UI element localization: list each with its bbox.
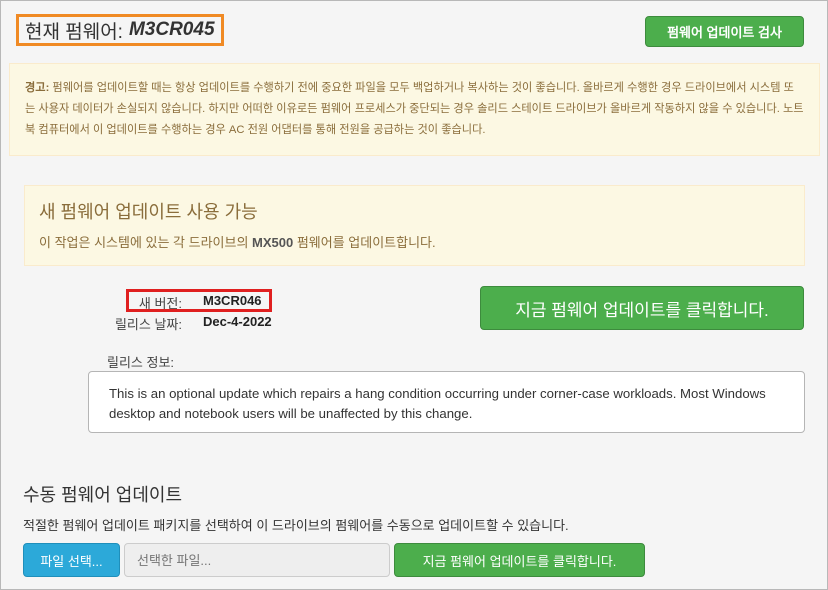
manual-update-title: 수동 펌웨어 업데이트 xyxy=(23,485,183,505)
drive-model: MX500 xyxy=(252,235,294,250)
warning-text: 펌웨어를 업데이트할 때는 항상 업데이트를 수행하기 전에 중요한 파일을 모… xyxy=(25,82,804,136)
current-firmware: 현재 펌웨어: M3CR045 xyxy=(16,14,224,46)
manual-update-desc: 적절한 펌웨어 업데이트 패키지를 선택하여 이 드라이브의 펌웨어를 수동으로… xyxy=(23,518,569,533)
check-update-button[interactable]: 펌웨어 업데이트 검사 xyxy=(645,16,804,47)
update-available-desc: 이 작업은 시스템에 있는 각 드라이브의 MX500 펌웨어를 업데이트합니다… xyxy=(39,232,436,251)
release-date-label: 릴리스 날짜: xyxy=(114,317,182,332)
release-info-label: 릴리스 정보: xyxy=(107,355,175,370)
choose-file-button[interactable]: 파일 선택... xyxy=(23,543,120,577)
warning-alert: 경고: 펌웨어를 업데이트할 때는 항상 업데이트를 수행하기 전에 중요한 파… xyxy=(9,63,820,156)
desc-after: 펌웨어를 업데이트합니다. xyxy=(293,235,436,250)
release-notes: This is an optional update which repairs… xyxy=(88,371,805,433)
desc-before: 이 작업은 시스템에 있는 각 드라이브의 xyxy=(39,235,253,250)
new-version-label: 새 버전: xyxy=(138,296,182,311)
update-now-button[interactable]: 지금 펌웨어 업데이트를 클릭합니다. xyxy=(480,286,804,330)
warning-prefix: 경고: xyxy=(25,82,50,94)
release-date-value: Dec-4-2022 xyxy=(203,314,272,329)
update-available-alert: 새 펌웨어 업데이트 사용 가능 이 작업은 시스템에 있는 각 드라이브의 M… xyxy=(24,185,805,266)
manual-update-now-button[interactable]: 지금 펌웨어 업데이트를 클릭합니다. xyxy=(394,543,645,577)
selected-file-input[interactable] xyxy=(124,543,390,577)
current-firmware-version: M3CR045 xyxy=(128,19,215,40)
new-version-value: M3CR046 xyxy=(203,293,262,308)
current-firmware-label: 현재 펌웨어: xyxy=(25,21,123,43)
update-available-title: 새 펌웨어 업데이트 사용 가능 xyxy=(39,202,258,222)
